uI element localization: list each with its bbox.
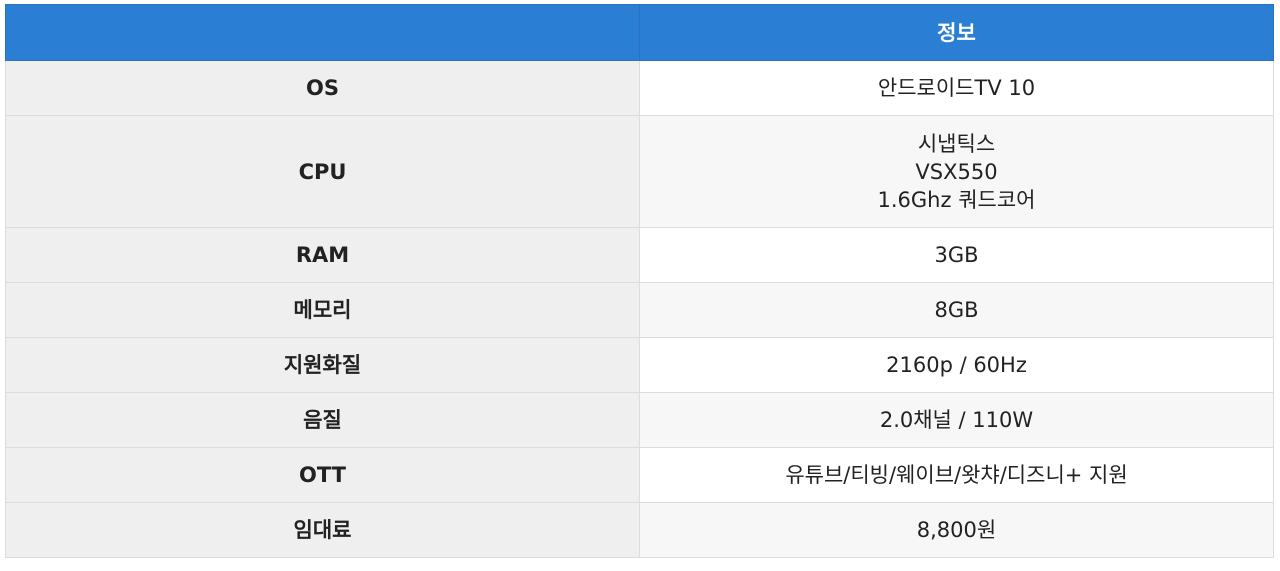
table-row: OS 안드로이드TV 10 [5, 60, 1274, 116]
value-line: 안드로이드TV 10 [877, 76, 1036, 100]
row-value-resolution: 2160p / 60Hz [639, 337, 1274, 393]
value-line: 1.6Ghz 쿼드코어 [877, 187, 1036, 212]
row-value-rental-fee: 8,800원 [639, 502, 1274, 558]
value-line: 2160p / 60Hz [886, 353, 1027, 377]
table-header: 정보 [5, 4, 1274, 61]
row-value-ram: 3GB [639, 227, 1274, 283]
value-line: 시냅틱스 [917, 131, 996, 156]
value-line: 유튜브/티빙/웨이브/왓챠/디즈니+ 지원 [785, 463, 1128, 487]
table-row: RAM 3GB [5, 227, 1274, 283]
table-row: CPU 시냅틱스 VSX550 1.6Ghz 쿼드코어 [5, 115, 1274, 228]
row-key-ott: OTT [5, 447, 640, 503]
row-value-ott: 유튜브/티빙/웨이브/왓챠/디즈니+ 지원 [639, 447, 1274, 503]
table-row: 메모리 8GB [5, 282, 1274, 338]
row-value-cpu: 시냅틱스 VSX550 1.6Ghz 쿼드코어 [639, 115, 1274, 228]
header-info-cell: 정보 [639, 4, 1274, 61]
row-key-os: OS [5, 60, 640, 116]
table-row: OTT 유튜브/티빙/웨이브/왓챠/디즈니+ 지원 [5, 447, 1274, 503]
row-value-memory: 8GB [639, 282, 1274, 338]
spec-table: 정보 OS 안드로이드TV 10 CPU 시냅틱스 VSX550 1.6Ghz … [5, 4, 1274, 558]
spec-table-container: 정보 OS 안드로이드TV 10 CPU 시냅틱스 VSX550 1.6Ghz … [5, 4, 1274, 558]
row-key-cpu: CPU [5, 115, 640, 228]
value-line: 2.0채널 / 110W [879, 408, 1034, 432]
row-value-audio: 2.0채널 / 110W [639, 392, 1274, 448]
header-row: 정보 [5, 4, 1274, 61]
row-value-os: 안드로이드TV 10 [639, 60, 1274, 116]
table-row: 음질 2.0채널 / 110W [5, 392, 1274, 448]
table-row: 임대료 8,800원 [5, 502, 1274, 558]
table-row: 지원화질 2160p / 60Hz [5, 337, 1274, 393]
value-line: 8,800원 [916, 518, 997, 542]
table-body: OS 안드로이드TV 10 CPU 시냅틱스 VSX550 1.6Ghz 쿼드코… [5, 60, 1274, 558]
row-key-rental-fee: 임대료 [5, 502, 640, 558]
header-key-cell [5, 4, 640, 61]
value-line: VSX550 [915, 159, 998, 184]
row-key-memory: 메모리 [5, 282, 640, 338]
row-key-audio: 음질 [5, 392, 640, 448]
row-key-resolution: 지원화질 [5, 337, 640, 393]
row-key-ram: RAM [5, 227, 640, 283]
value-line: 8GB [934, 298, 979, 322]
value-line: 3GB [934, 243, 979, 267]
